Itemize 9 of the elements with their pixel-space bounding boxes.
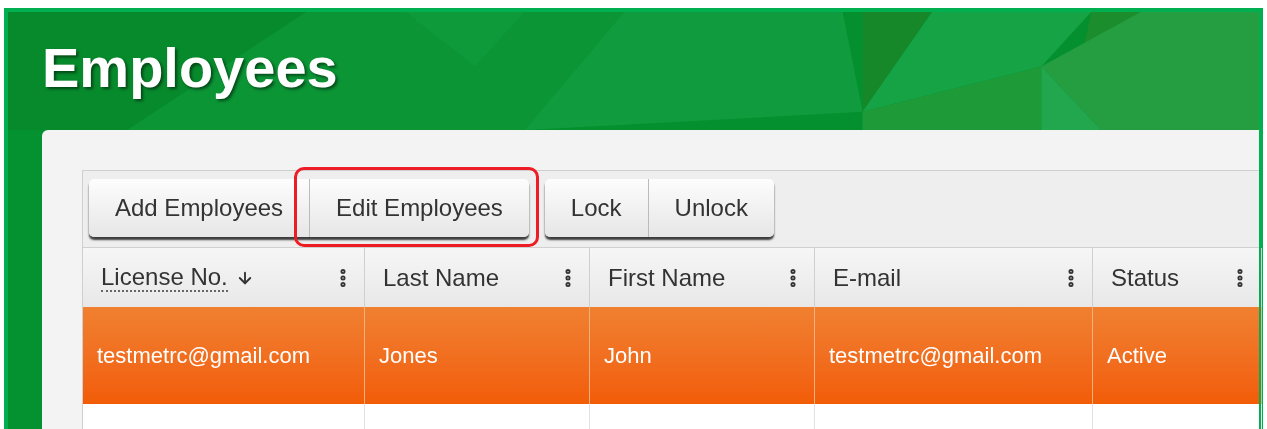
column-title[interactable]: E-mail	[833, 259, 901, 296]
toolbar-button[interactable]: Lock	[544, 179, 649, 237]
column-title[interactable]: Status	[1111, 259, 1180, 296]
column-title[interactable]: Last Name	[383, 259, 500, 296]
column-title[interactable]: License No.	[101, 263, 228, 292]
toolbar-button[interactable]: Add Employees	[89, 179, 311, 237]
column-title[interactable]: First Name	[608, 259, 726, 296]
toolbar-button[interactable]: Edit Employees	[310, 179, 529, 237]
toolbar-button[interactable]: Unlock	[648, 179, 774, 237]
